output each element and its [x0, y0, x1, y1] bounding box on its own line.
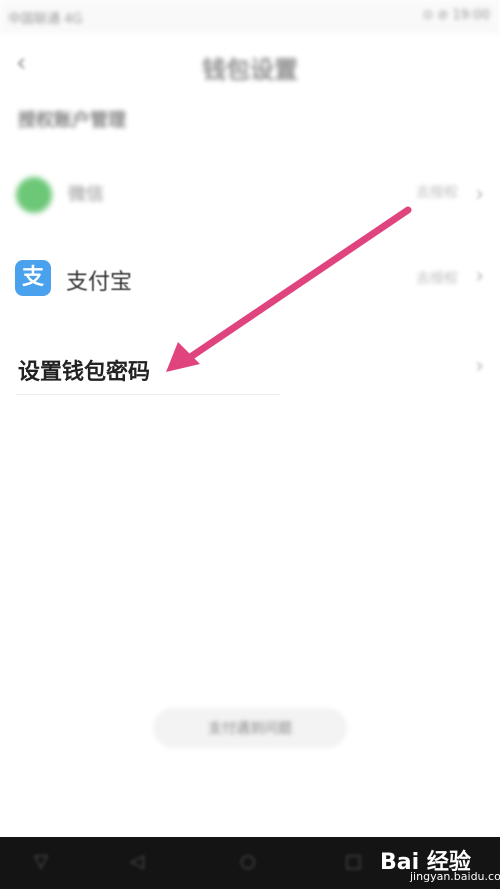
status-bar: 中国联通 4G ⊙ ⊘ 19:00: [0, 0, 500, 34]
chevron-right-icon: ›: [475, 354, 484, 379]
chevron-right-icon: ›: [475, 264, 484, 289]
wechat-status: 去授权: [416, 185, 458, 201]
back-nav-icon[interactable]: ◁: [130, 851, 144, 872]
alipay-icon: 支: [15, 260, 51, 296]
chevron-right-icon: ›: [475, 182, 484, 207]
carrier-text: 中国联通 4G: [8, 12, 83, 27]
wechat-row[interactable]: 微信 去授权 ›: [0, 168, 500, 224]
top-nav: ‹ 钱包设置: [0, 40, 500, 90]
watermark-url: jingyan.baidu.com: [410, 870, 500, 883]
set-wallet-password-row[interactable]: 设置钱包密码 ›: [0, 340, 500, 396]
alipay-status: 去授权: [416, 271, 458, 287]
annotation-arrow: [166, 206, 412, 372]
alipay-glyph: 支: [21, 265, 44, 290]
section-header: 授权账户管理: [18, 110, 126, 131]
recent-apps-icon[interactable]: □: [345, 851, 362, 872]
alipay-row[interactable]: 支 支付宝 去授权 ›: [0, 250, 500, 306]
alipay-label: 支付宝: [66, 270, 133, 295]
divider: [16, 394, 280, 395]
menu-icon[interactable]: ▽: [34, 851, 48, 872]
home-icon[interactable]: ○: [240, 851, 256, 872]
wechat-label: 微信: [68, 184, 104, 205]
payment-help-button[interactable]: 支付遇到问题: [153, 708, 347, 748]
payment-help-label: 支付遇到问题: [208, 721, 292, 737]
page-title: 钱包设置: [202, 56, 298, 84]
set-wallet-password-label: 设置钱包密码: [18, 360, 151, 385]
wechat-icon: [16, 177, 52, 213]
status-icons: ⊙ ⊘ 19:00: [422, 8, 490, 23]
baidu-jingyan-watermark: Bai 经验 jingyan.baidu.com: [380, 842, 500, 886]
